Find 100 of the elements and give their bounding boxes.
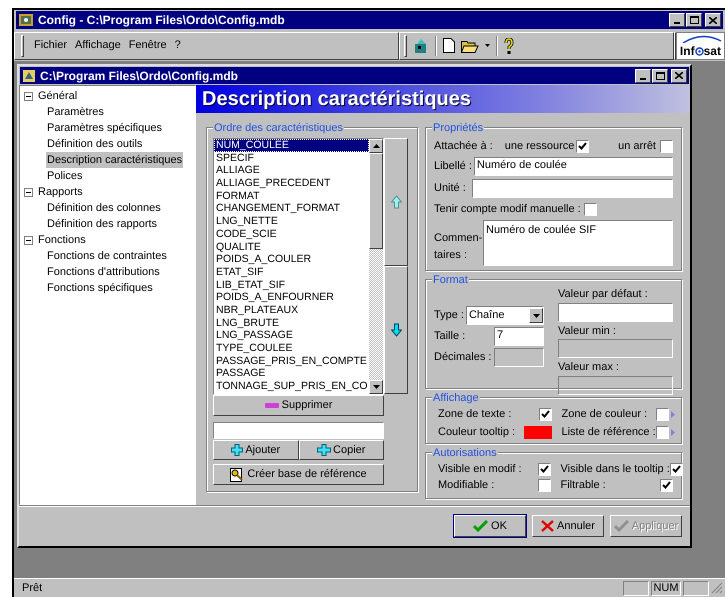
field-label: Décimales : — [434, 350, 492, 366]
new-document-icon[interactable] — [442, 38, 455, 53]
list-item[interactable]: NBR_PLATEAUX — [214, 304, 369, 317]
dropdown-arrow-icon[interactable] — [484, 44, 490, 47]
list-item[interactable]: FORMAT — [214, 190, 369, 202]
list-item[interactable]: TYPE_COULEE — [214, 342, 369, 355]
tree-item[interactable]: Fonctions d'attributions — [46, 264, 161, 280]
tree-item[interactable]: Définition des rapports — [46, 216, 158, 232]
checkbox[interactable] — [538, 408, 552, 420]
list-item[interactable]: QUALITE — [214, 240, 369, 254]
tree-item[interactable]: Fonctions — [37, 232, 87, 248]
checkbox[interactable] — [584, 202, 597, 216]
window-title: C:\Program Files\Ordo\Config.mdb — [40, 68, 238, 84]
checkbox[interactable] — [660, 478, 673, 492]
checkbox[interactable] — [576, 140, 590, 152]
checkbox-label: Modifiable : — [438, 478, 494, 493]
scrollbar[interactable] — [369, 139, 383, 394]
maximize-button[interactable] — [686, 13, 702, 27]
collapse-icon[interactable] — [24, 236, 33, 244]
list-item[interactable]: ETAT_SIF — [214, 266, 369, 279]
close-button[interactable] — [705, 13, 721, 27]
list-item[interactable]: NUM_COULEE — [214, 139, 369, 152]
color-swatch[interactable] — [524, 426, 552, 438]
checkbox[interactable] — [538, 478, 550, 492]
tree-item[interactable]: Définition des colonnes — [46, 200, 162, 216]
status-text: Prêt — [22, 580, 44, 596]
list-item[interactable]: LIB_ETAT_SIF — [214, 278, 369, 292]
toolbar-icon[interactable] — [412, 38, 429, 54]
scroll-down-button[interactable] — [369, 380, 383, 394]
tree-item[interactable]: Fonctions de contraintes — [46, 248, 168, 264]
list-item[interactable]: CODE_SCIE — [214, 228, 369, 240]
tree-item[interactable]: Rapports — [37, 184, 84, 200]
status-indicator: NUM — [651, 580, 681, 596]
scroll-up-button[interactable] — [369, 139, 383, 153]
field-label: Valeur max : — [558, 360, 620, 375]
list-item[interactable]: SPECIF — [214, 152, 369, 164]
field-label: Valeur min : — [558, 324, 617, 338]
tree-item[interactable]: Général — [37, 88, 78, 104]
list-item[interactable]: ALLIAGE_PRECEDENT — [214, 177, 369, 190]
delete-button[interactable]: Supprimer — [213, 395, 384, 416]
checkbox[interactable] — [538, 462, 550, 476]
checkbox[interactable] — [656, 408, 669, 420]
database-icon — [22, 68, 36, 82]
tree-item[interactable]: Description caractéristiques — [46, 152, 184, 168]
cross-icon — [541, 520, 554, 532]
menu-item[interactable]: ? — [170, 37, 185, 54]
list-item[interactable]: POIDS_A_ENFOURNER — [214, 291, 369, 304]
list-item[interactable]: TONNAGE_SUP_PRIS_EN_CO — [214, 380, 369, 393]
field-label: taires : — [434, 248, 468, 262]
list-item[interactable]: LNG_PASSAGE — [214, 329, 369, 342]
tree-item[interactable]: Fonctions spécifiques — [46, 280, 154, 296]
field-label: Taille : — [434, 329, 466, 344]
maximize-icon — [656, 72, 664, 80]
dialog-button[interactable]: Annuler — [532, 515, 604, 537]
list-item[interactable]: LNG_BRUTE — [214, 316, 369, 330]
list-item[interactable]: CHANGEMENT_FORMAT — [214, 202, 369, 216]
move-down-button[interactable] — [384, 266, 408, 394]
checkbox[interactable] — [656, 426, 669, 438]
copy-button[interactable]: Copier — [298, 440, 384, 460]
input-field[interactable] — [213, 422, 384, 439]
add-button[interactable]: Ajouter — [213, 440, 298, 460]
tree-item[interactable]: Paramètres spécifiques — [46, 120, 163, 136]
maximize-button[interactable] — [652, 68, 668, 82]
collapse-icon[interactable] — [24, 188, 33, 196]
tree-item[interactable]: Paramètres — [46, 104, 105, 120]
maximize-icon — [690, 16, 698, 24]
logo: Inf sat — [676, 32, 725, 60]
minimize-button[interactable] — [635, 68, 651, 82]
check-icon — [614, 520, 629, 532]
resize-grip-icon[interactable] — [711, 582, 723, 594]
checkbox[interactable] — [670, 462, 683, 476]
input-field[interactable]: Numéro de coulée — [474, 157, 673, 176]
menu-item[interactable]: Fenêtre — [124, 37, 171, 54]
collapse-icon[interactable] — [24, 92, 33, 100]
move-up-button[interactable] — [384, 138, 408, 266]
input-field — [494, 348, 544, 367]
comments-field[interactable]: Numéro de coulée SIF — [483, 220, 673, 266]
create-reference-button[interactable]: Créer base de référence — [213, 464, 384, 485]
help-icon[interactable] — [504, 38, 514, 54]
tree-item[interactable]: Définition des outils — [46, 136, 144, 152]
input-field[interactable] — [558, 302, 673, 322]
menu-item[interactable]: Fichier — [30, 37, 72, 54]
list-item[interactable]: PASSAGE — [214, 367, 369, 380]
tree-item[interactable]: Polices — [46, 168, 84, 184]
checkbox-label: Visible dans le tooltip : — [560, 462, 670, 477]
type-dropdown[interactable]: Chaîne — [466, 306, 544, 325]
checkbox[interactable] — [660, 140, 673, 152]
minimize-icon — [640, 78, 646, 80]
close-button[interactable] — [671, 68, 687, 82]
input-field[interactable]: 7 — [494, 327, 544, 346]
dialog-button[interactable]: OK — [454, 515, 526, 537]
list-item[interactable]: ALLIAGE — [214, 164, 369, 178]
list-item[interactable]: PASSAGE_PRIS_EN_COMPTE — [214, 354, 369, 368]
field-label: Attachée à : — [434, 138, 493, 154]
list-item[interactable]: LNG_NETTE — [214, 215, 369, 228]
minimize-button[interactable] — [669, 13, 685, 27]
open-folder-icon[interactable] — [460, 38, 479, 52]
input-field[interactable] — [472, 179, 673, 198]
menu-item[interactable]: Affichage — [71, 37, 125, 54]
list-item[interactable]: POIDS_A_COULER — [214, 253, 369, 266]
